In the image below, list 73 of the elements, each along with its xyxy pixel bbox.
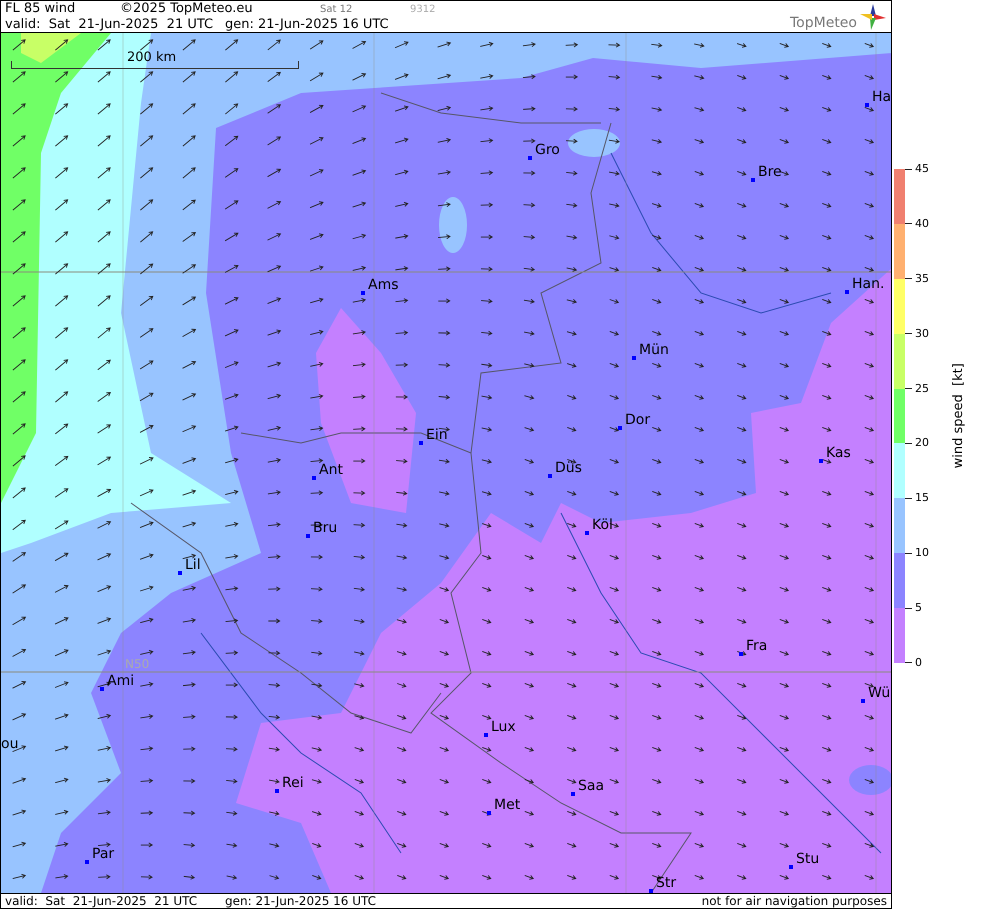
city-label: Ein — [426, 427, 448, 443]
city-label: Köl — [592, 517, 613, 533]
tick-label: 40 — [915, 216, 929, 231]
tick-label: 15 — [915, 491, 929, 506]
tick-label: 30 — [915, 326, 929, 341]
city-label: Dor — [625, 412, 650, 428]
copyright-text: ©2025 TopMeteo.eu — [120, 1, 254, 17]
latitude-label: N50 — [125, 658, 150, 670]
legend-title: wind speed [kt] — [950, 363, 968, 469]
city-marker-icon — [528, 156, 532, 160]
city-label: Ha — [872, 89, 891, 105]
city-label: Ami — [107, 673, 134, 689]
tick-label: 45 — [915, 162, 929, 176]
city-label: Bre — [758, 164, 782, 180]
city-marker-icon — [618, 426, 622, 430]
tick-label: 0 — [915, 656, 922, 670]
city-marker-icon — [585, 531, 589, 535]
city-marker-icon — [100, 687, 104, 691]
city-label: Fra — [746, 638, 768, 654]
city-label: Bru — [313, 520, 338, 536]
city-marker-icon — [361, 291, 365, 295]
city-marker-icon — [484, 733, 488, 737]
city-marker-icon — [548, 474, 552, 478]
disclaimer-text: not for air navigation purposes — [702, 895, 887, 907]
city-label: Lil — [185, 557, 201, 573]
city-marker-icon — [649, 889, 653, 893]
generated-time: gen: 21-Jun-2025 16 UTC — [225, 17, 389, 32]
city-marker-icon — [632, 356, 636, 360]
city-label: Saa — [578, 778, 604, 794]
city-label: Düs — [555, 460, 582, 476]
tick-label: 5 — [915, 601, 922, 615]
city-marker-icon — [739, 652, 743, 656]
city-label: ou — [1, 736, 18, 752]
city-marker-icon — [178, 571, 182, 575]
run-label: Sat 12 — [320, 3, 354, 17]
city-label: Han. — [852, 276, 884, 292]
city-label: Kas — [826, 445, 851, 461]
tick-label: 20 — [915, 436, 929, 450]
generated-time: gen: 21-Jun-2025 16 UTC — [225, 895, 376, 907]
city-marker-icon — [865, 103, 869, 107]
city-marker-icon — [845, 290, 849, 294]
city-label: Ams — [368, 277, 399, 293]
code-label: 9312 — [410, 3, 436, 17]
tick-label: 25 — [915, 382, 929, 396]
city-label: Rei — [282, 775, 304, 791]
city-label: Ant — [319, 462, 343, 478]
city-marker-icon — [571, 792, 575, 796]
map-title: FL 85 wind — [5, 1, 76, 17]
logo-star-icon — [859, 3, 887, 31]
tick-label: 10 — [915, 546, 929, 560]
city-label: Stu — [796, 851, 820, 867]
city-label: Str — [656, 875, 676, 891]
city-marker-icon — [312, 476, 316, 480]
city-marker-icon — [819, 459, 823, 463]
city-marker-icon — [275, 789, 279, 793]
city-label: Lux — [491, 719, 516, 735]
logo-text: TopMeteo — [790, 16, 857, 30]
city-label: Wü — [868, 685, 890, 701]
city-marker-icon — [306, 534, 310, 538]
city-marker-icon — [789, 865, 793, 869]
valid-time: valid: Sat 21-Jun-2025 21 UTC — [5, 895, 198, 907]
city-label: Mün — [639, 342, 669, 358]
valid-time: valid: Sat 21-Jun-2025 21 UTC — [5, 17, 214, 32]
city-marker-icon — [861, 699, 865, 703]
city-label: Gro — [535, 142, 560, 158]
tick-label: 35 — [915, 272, 929, 286]
city-marker-icon — [85, 860, 89, 864]
city-marker-icon — [751, 178, 755, 182]
city-label: Par — [92, 846, 114, 862]
city-label: Met — [494, 797, 520, 813]
city-marker-icon — [487, 811, 491, 815]
scale-label: 200 km — [127, 51, 176, 64]
city-marker-icon — [419, 441, 423, 445]
